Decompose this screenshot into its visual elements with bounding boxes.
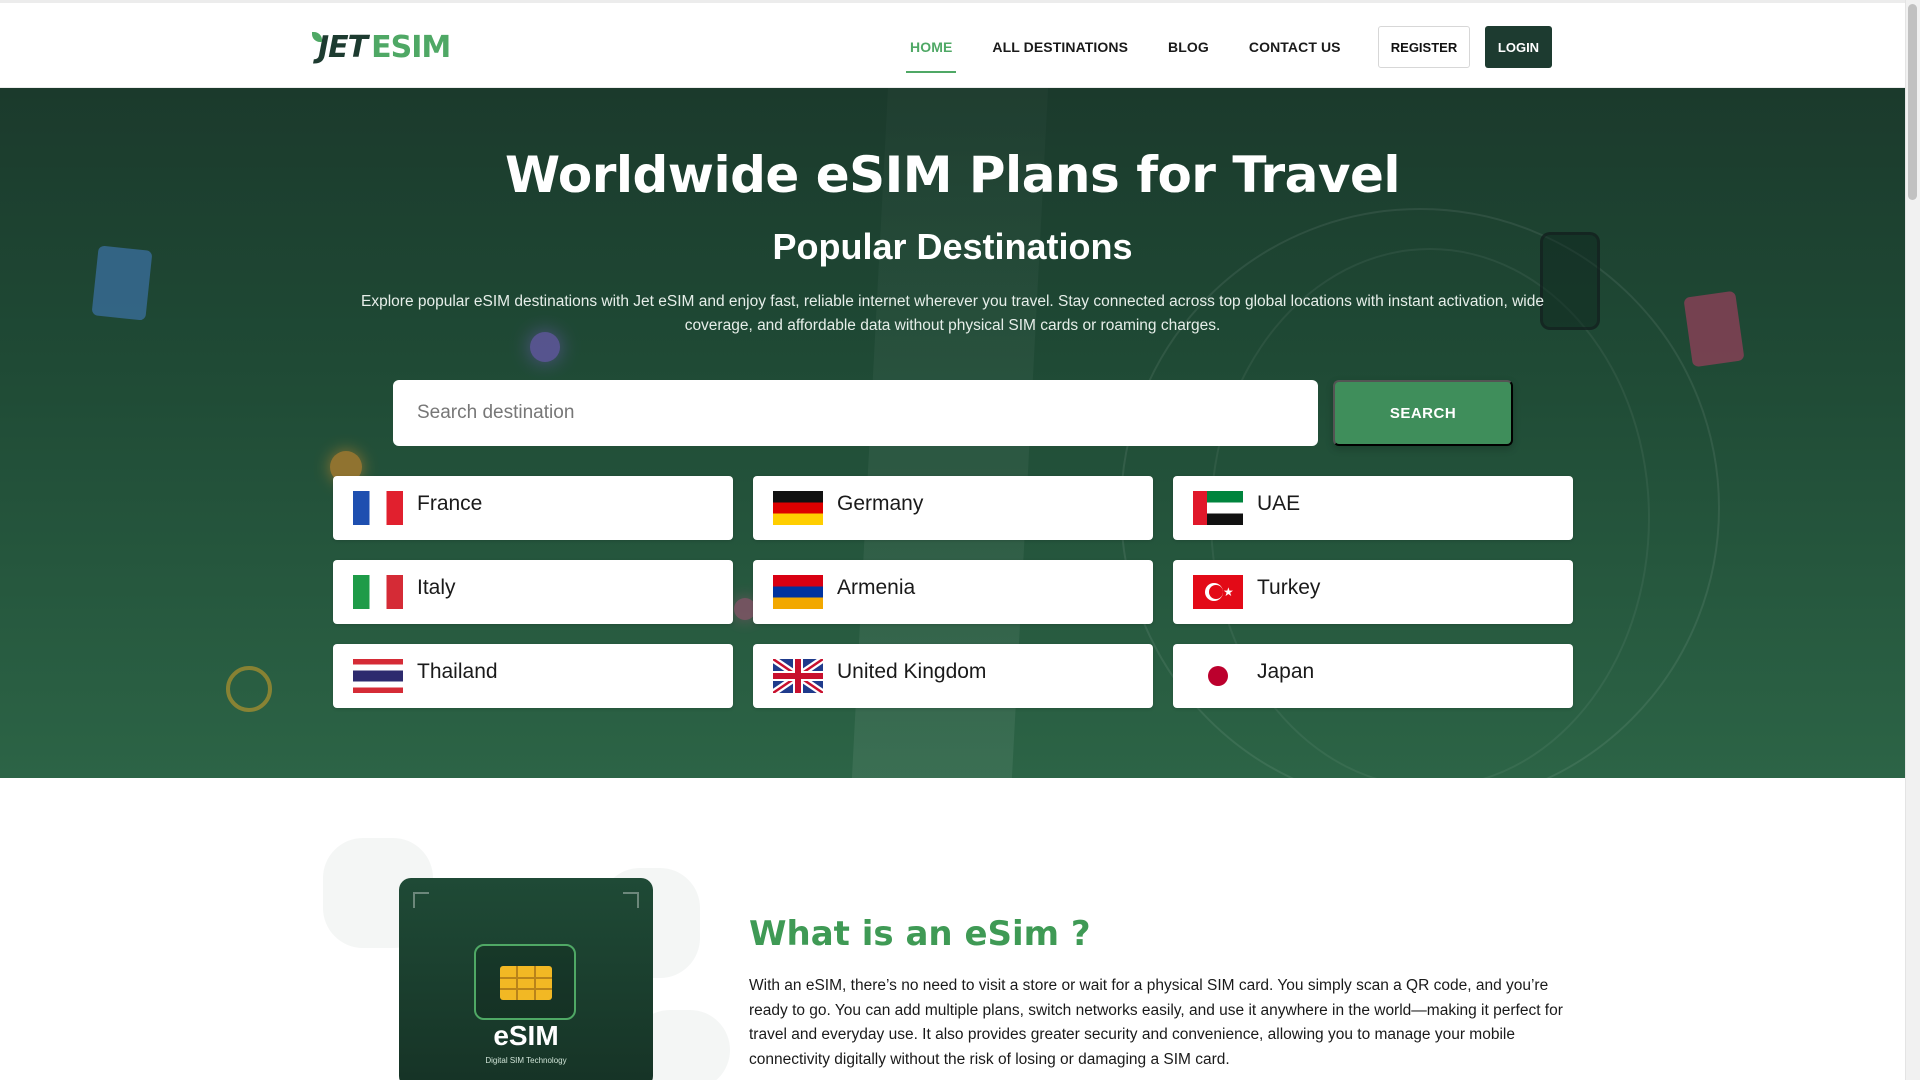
destination-card-armenia[interactable]: Armenia — [753, 560, 1153, 624]
about-title: What is an eSim ? — [749, 914, 1091, 954]
login-button[interactable]: LOGIN — [1485, 26, 1552, 68]
destination-name: Japan — [1257, 660, 1315, 683]
destination-card-turkey[interactable]: ★ Turkey — [1173, 560, 1573, 624]
key-decoration-icon — [226, 666, 272, 712]
nav-blog[interactable]: BLOG — [1168, 25, 1209, 69]
site-header: JET ESIM HOME ALL DESTINATIONS BLOG CONT… — [0, 0, 1905, 88]
destination-name: Turkey — [1257, 576, 1321, 599]
destination-card-germany[interactable]: Germany — [753, 476, 1153, 540]
sim-chip-frame — [474, 944, 576, 1020]
destination-name: Armenia — [837, 576, 916, 599]
destination-card-thailand[interactable]: Thailand — [333, 644, 733, 708]
uae-flag-icon — [1193, 491, 1243, 525]
sim-card-decoration-icon — [1683, 290, 1745, 368]
frame-corner — [413, 892, 429, 908]
page-scrollbar[interactable] — [1905, 0, 1920, 1080]
france-flag-icon — [353, 491, 403, 525]
sim-chip-icon — [500, 966, 552, 1000]
destination-card-united-kingdom[interactable]: United Kingdom — [753, 644, 1153, 708]
esim-card-sublabel: Digital SIM Technology — [485, 1056, 567, 1065]
logo-text-jet: JET — [318, 29, 368, 65]
hero-subtitle: Popular Destinations — [772, 226, 1133, 267]
register-button[interactable]: REGISTER — [1378, 26, 1470, 68]
thailand-flag-icon — [353, 659, 403, 693]
nav-contact-us[interactable]: CONTACT US — [1249, 25, 1341, 69]
scrollbar-thumb[interactable] — [1908, 4, 1917, 200]
nav-all-destinations[interactable]: ALL DESTINATIONS — [992, 25, 1128, 69]
destination-name: France — [417, 492, 483, 515]
hero-title: Worldwide eSIM Plans for Travel — [504, 146, 1401, 204]
japan-flag-icon — [1193, 659, 1243, 693]
destination-card-japan[interactable]: Japan — [1173, 644, 1573, 708]
search-button[interactable]: SEARCH — [1333, 380, 1513, 446]
turkey-flag-icon: ★ — [1193, 575, 1243, 609]
esim-card-label: eSIM — [493, 1020, 559, 1051]
armenia-flag-icon — [773, 575, 823, 609]
about-text: With an eSIM, there’s no need to visit a… — [749, 977, 1563, 1068]
destination-card-uae[interactable]: UAE — [1173, 476, 1573, 540]
destination-card-france[interactable]: France — [333, 476, 733, 540]
destination-search-input[interactable] — [393, 380, 1318, 446]
italy-flag-icon — [353, 575, 403, 609]
uk-flag-icon — [773, 659, 823, 693]
destination-grid: France Germany UAE Italy Armenia ★ Turke… — [333, 476, 1573, 708]
germany-flag-icon — [773, 491, 823, 525]
esim-illustration-card: eSIM Digital SIM Technology — [399, 878, 653, 1080]
jetesim-logo[interactable]: JET ESIM — [312, 29, 451, 65]
hero-description: Explore popular eSIM destinations with J… — [361, 293, 1544, 334]
frame-corner — [623, 892, 639, 908]
logo-text-esim: ESIM — [371, 29, 451, 65]
main-nav: HOME ALL DESTINATIONS BLOG CONTACT US — [905, 25, 1381, 73]
hero-section: Worldwide eSIM Plans for Travel Popular … — [0, 88, 1905, 778]
destination-card-italy[interactable]: Italy — [333, 560, 733, 624]
nav-home[interactable]: HOME — [905, 25, 957, 73]
destination-name: United Kingdom — [837, 660, 987, 683]
destination-name: Thailand — [417, 660, 498, 683]
destination-name: Italy — [417, 576, 456, 599]
destination-name: UAE — [1257, 492, 1301, 515]
destination-name: Germany — [837, 492, 924, 515]
